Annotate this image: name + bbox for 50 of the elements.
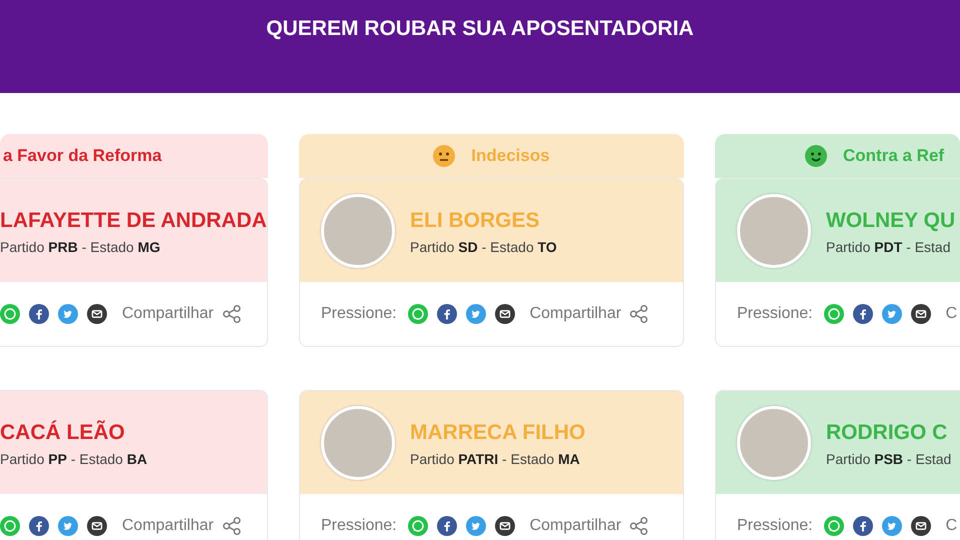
facebook-icon[interactable] (852, 516, 873, 536)
deputy-name: ELI BORGES (410, 208, 541, 234)
email-icon[interactable] (910, 304, 931, 324)
party-state: Partido PSB - Estad (826, 450, 952, 466)
party-state: Partido PP - Estado BA (0, 450, 148, 466)
party-state: Partido PDT - Estad (826, 238, 952, 254)
deputy-name: LAFAYETTE DE ANDRADA (0, 208, 267, 234)
pressione-label: Pressione: (737, 305, 813, 323)
facebook-icon[interactable] (29, 304, 49, 324)
party-state: Partido SD - Estado TO (410, 238, 557, 254)
share-link[interactable]: Compartilhar (530, 304, 650, 324)
facebook-icon[interactable] (852, 304, 873, 324)
email-icon[interactable] (494, 304, 515, 324)
party-state: Partido PRB - Estado MG (0, 238, 162, 254)
deputy-name: WOLNEY QU (826, 208, 956, 234)
email-icon[interactable] (87, 516, 107, 536)
share-link[interactable]: C (946, 305, 958, 323)
banner-title: QUEREM ROUBAR SUA APOSENTADORIA (266, 17, 694, 42)
share-link[interactable]: Compartilhar (122, 516, 242, 536)
column-title: a Favor da Reforma (3, 146, 162, 166)
smiley-face-icon (805, 145, 827, 167)
share-icon (629, 516, 650, 536)
twitter-icon[interactable] (58, 304, 78, 324)
party-state: Partido PATRI - Estado MA (410, 450, 581, 466)
pressione-label: Pressione: (321, 517, 397, 535)
share-icon (222, 516, 242, 536)
email-icon[interactable] (910, 516, 931, 536)
share-link[interactable]: C (946, 517, 958, 535)
share-icon (629, 304, 650, 324)
deputy-name: MARRECA FILHO (410, 420, 586, 446)
pressione-label: Pressione: (737, 517, 813, 535)
facebook-icon[interactable] (436, 304, 457, 324)
share-icon (222, 304, 242, 324)
deputy-name: CACÁ LEÃO (0, 419, 126, 446)
twitter-icon[interactable] (466, 516, 486, 536)
facebook-icon[interactable] (29, 516, 49, 536)
twitter-icon[interactable] (466, 304, 486, 324)
deputy-name: RODRIGO C (826, 420, 948, 446)
column-title: Indecisos (471, 146, 550, 166)
email-icon[interactable] (87, 304, 107, 324)
twitter-icon[interactable] (882, 304, 902, 324)
share-link[interactable]: Compartilhar (530, 516, 650, 536)
twitter-icon[interactable] (58, 516, 78, 536)
facebook-icon[interactable] (436, 516, 457, 536)
column-title: Contra a Ref (843, 146, 944, 166)
neutral-face-icon (433, 145, 456, 167)
share-link[interactable]: Compartilhar (122, 304, 242, 324)
twitter-icon[interactable] (882, 516, 902, 536)
email-icon[interactable] (494, 516, 515, 536)
pressione-label: Pressione: (321, 305, 397, 323)
